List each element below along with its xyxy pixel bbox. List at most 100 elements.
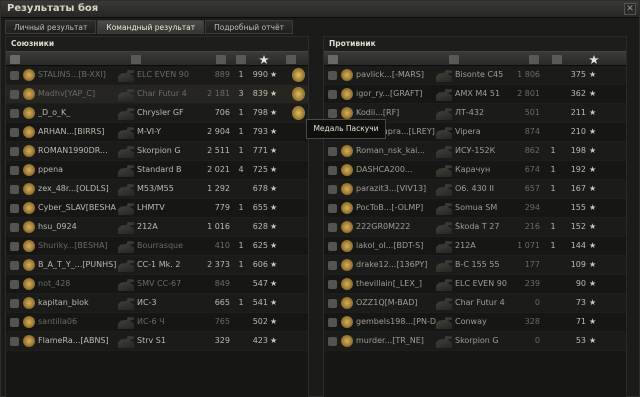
table-row[interactable]: zex_48r...[OLDLS] M53/M55 1 292 678 ★ [6, 180, 308, 199]
xp-value: 109 [570, 260, 586, 269]
damage-sort-icon[interactable] [529, 55, 539, 64]
vehicle-name: M-VI-Y [137, 127, 161, 136]
damage-value: 0 [534, 336, 540, 345]
xp-value: 628 [252, 222, 268, 231]
xp-value: 144 [570, 241, 586, 250]
damage-sort-icon[interactable] [216, 55, 226, 64]
tank-icon [436, 70, 452, 82]
clan-emblem-icon [23, 183, 35, 195]
player-name: murder...[TR_NE] [356, 336, 424, 345]
table-row[interactable]: igor_ry...[GRAFT] AMX M4 51 2 801 362 ★ [324, 85, 626, 104]
table-row[interactable]: kapitan_blok ИС-3 665 1 541 ★ [6, 294, 308, 313]
table-row[interactable]: gembels198...[PN-DA] Conway 328 71 ★ [324, 313, 626, 332]
kills-sort-icon[interactable] [552, 55, 562, 64]
vehicle-name: O6. 430 II [455, 184, 495, 193]
table-row[interactable]: 222GR0M222 Škoda T 27 216 1 152 ★ [324, 218, 626, 237]
medal-icon[interactable] [292, 87, 305, 101]
enemies-list: pavlick...[-MARS] Bisonte C45 1 806 375 ★ igo… [324, 66, 626, 351]
table-row[interactable]: B_A_T_Y_...[PUNHS] СС-1 Mk. 2 2 373 1 606 ★ [6, 256, 308, 275]
xp-value: 798 [252, 108, 268, 117]
xp-value: 771 [252, 146, 268, 155]
player-name: gembels198...[PN-DA] [356, 317, 436, 326]
table-row[interactable]: PocToB...[-OLMP] Somua SM 294 155 ★ [324, 199, 626, 218]
table-row[interactable]: STALIN5...[B-XXI] ELC EVEN 90 889 1 990 ★ [6, 66, 308, 85]
player-name: Roman_nsk_kai... [356, 146, 425, 155]
kills-value: 1 [550, 165, 556, 174]
platoon-icon [10, 128, 19, 137]
star-icon[interactable] [259, 55, 269, 64]
tab-team-result[interactable]: Командный результат [97, 20, 205, 34]
tab-detailed-report[interactable]: Подробный отчёт [205, 20, 293, 34]
enemies-title: Противник [324, 37, 626, 51]
table-row[interactable]: lakol_ol...[BDT-S] 212A 1 071 1 144 ★ [324, 237, 626, 256]
table-row[interactable]: thevillain[_LEX_] ELC EVEN 90 239 90 ★ [324, 275, 626, 294]
player-name: parazit3...[VIV13] [356, 184, 427, 193]
table-row[interactable]: DASHCA200... Карачун 674 1 192 ★ [324, 161, 626, 180]
table-row[interactable]: FlameRa...[ABNS] Strv S1 329 423 ★ [6, 332, 308, 351]
medal-icon[interactable] [292, 68, 305, 82]
clan-emblem-icon [23, 88, 35, 100]
table-row[interactable]: santilla06 ИС-6 Ч 765 502 ★ [6, 313, 308, 332]
table-row[interactable]: ARHAN...[BIRRS] M-VI-Y 2 904 1 793 ★ [6, 123, 308, 142]
table-row[interactable]: OZZ1Q[M-BAD] Char Futur 4 0 73 ★ [324, 294, 626, 313]
platoon-icon [328, 71, 337, 80]
tank-icon [436, 184, 452, 196]
medal-icon[interactable] [292, 106, 305, 120]
close-icon[interactable]: ✕ [624, 3, 636, 15]
star-icon: ★ [270, 260, 278, 269]
vehicle-sort-icon[interactable] [449, 55, 459, 64]
star-icon: ★ [589, 89, 597, 98]
vehicle-name: Škoda T 27 [455, 222, 500, 231]
table-row[interactable]: not_428 SMV CC-67 849 547 ★ [6, 275, 308, 294]
star-icon[interactable] [589, 55, 599, 64]
platoon-icon [10, 242, 19, 251]
table-row[interactable]: _D_o_K_ Chrysler GF 706 1 798 ★ [6, 104, 308, 123]
tab-personal-result[interactable]: Личный результат [5, 20, 97, 34]
tank-icon [118, 336, 134, 348]
xp-value: 90 [575, 279, 586, 288]
table-row[interactable]: Cyber_SLAV[BESHA] LHMTV 779 1 655 ★ [6, 199, 308, 218]
tank-icon [118, 222, 134, 234]
tank-icon [118, 317, 134, 329]
clan-emblem-icon [23, 202, 35, 214]
tank-icon [118, 260, 134, 272]
damage-value: 665 [214, 298, 230, 307]
player-name: igor_ry...[GRAFT] [356, 89, 423, 98]
star-icon: ★ [589, 336, 597, 345]
table-row[interactable]: ppena Standard B 2 021 4 725 ★ [6, 161, 308, 180]
xp-value: 839 [252, 89, 268, 98]
table-row[interactable]: drake12...[136PY] B-C 155 55 177 109 ★ [324, 256, 626, 275]
clan-emblem-icon [341, 107, 353, 119]
xp-value: 152 [570, 222, 586, 231]
vehicle-sort-icon[interactable] [131, 55, 141, 64]
vehicle-name: Bourrasque [137, 241, 184, 250]
table-row[interactable]: murder...[TR_NE] Skorpion G 0 53 ★ [324, 332, 626, 351]
tank-icon [436, 165, 452, 177]
player-name: pavlick...[-MARS] [356, 70, 424, 79]
table-row[interactable]: parazit3...[VIV13] O6. 430 II 657 1 167 ★ [324, 180, 626, 199]
vehicle-name: LHMTV [137, 203, 165, 212]
tank-icon [118, 70, 134, 82]
xp-value: 198 [570, 146, 586, 155]
vehicle-name: Chrysler GF [137, 108, 184, 117]
kills-sort-icon[interactable] [236, 55, 246, 64]
platoon-icon [328, 280, 337, 289]
tank-icon [436, 279, 452, 291]
vehicle-name: Skorpion G [455, 336, 499, 345]
vehicle-name: Char Futur 4 [455, 298, 505, 307]
star-icon: ★ [589, 165, 597, 174]
table-row[interactable]: hsu_0924 212A 1 016 628 ★ [6, 218, 308, 237]
table-row[interactable]: Madhv[YAP_C] Char Futur 4 2 181 3 839 ★ [6, 85, 308, 104]
table-row[interactable]: pavlick...[-MARS] Bisonte C45 1 806 375 ★ [324, 66, 626, 85]
damage-value: 410 [214, 241, 230, 250]
platoon-icon [328, 261, 337, 270]
platoon-icon [328, 166, 337, 175]
kills-value: 1 [238, 127, 244, 136]
kills-value: 3 [238, 89, 244, 98]
allies-header [6, 51, 308, 66]
medal-sort-icon[interactable] [286, 55, 296, 64]
table-row[interactable]: ROMAN1990DR... Skorpion G 2 511 1 771 ★ [6, 142, 308, 161]
table-row[interactable]: Shuriky...[BESHA] Bourrasque 410 1 625 ★ [6, 237, 308, 256]
damage-value: 1 016 [207, 222, 230, 231]
table-row[interactable]: Roman_nsk_kai... ИСУ-152К 862 1 198 ★ [324, 142, 626, 161]
